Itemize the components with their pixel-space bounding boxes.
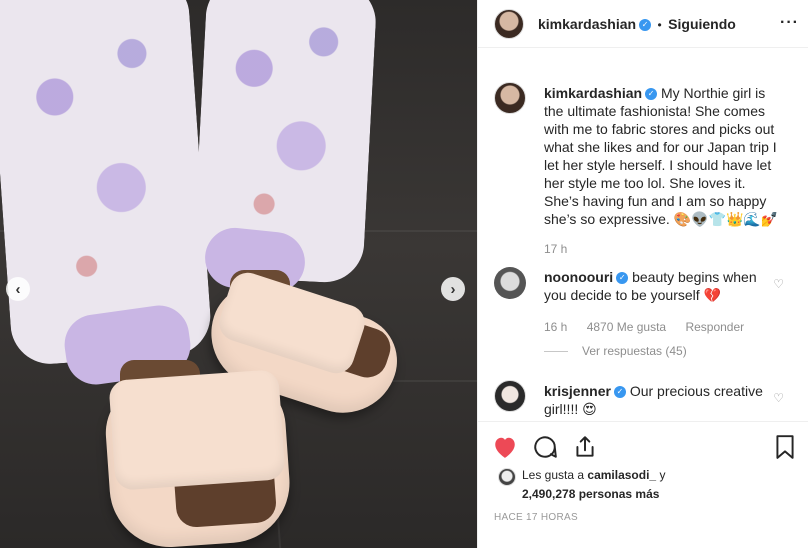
author-avatar[interactable] [494, 9, 524, 39]
author-line: kimkardashian ✓ • Siguiendo [538, 16, 736, 34]
caption-username[interactable]: kimkardashian [544, 85, 642, 101]
likes-count-text[interactable]: 2,490,278 personas más [522, 487, 659, 501]
caption-text: My Northie girl is the ultimate fashioni… [544, 85, 779, 227]
comments-list[interactable]: kimkardashian ✓ My Northie girl is the ul… [478, 49, 808, 421]
comment-time[interactable]: 16 h [544, 320, 567, 334]
liker-username[interactable]: camilasodi_ [587, 468, 656, 482]
floor-line [380, 380, 477, 382]
likes-count[interactable]: 2,490,278 personas más [522, 487, 659, 501]
view-replies-label: Ver respuestas (45) [582, 344, 687, 358]
author-username[interactable]: kimkardashian [538, 16, 636, 32]
comment-likes[interactable]: 4870 Me gusta [587, 320, 666, 334]
post-header: kimkardashian ✓ • Siguiendo ··· [478, 0, 808, 48]
like-comment-icon[interactable]: ♡ [773, 391, 784, 405]
comment: noonoouri ✓ beauty begins when you decide… [544, 268, 774, 304]
chevron-left-icon: ‹ [15, 280, 21, 298]
comment-avatar[interactable] [494, 380, 526, 412]
previous-photo-button[interactable]: ‹ [6, 277, 30, 301]
liker-avatar[interactable] [498, 468, 516, 486]
view-replies-button[interactable]: Ver respuestas (45) [544, 344, 687, 358]
more-options-icon[interactable]: ··· [780, 14, 799, 32]
verified-badge-icon: ✓ [639, 18, 652, 31]
verified-badge-icon: ✓ [616, 272, 629, 285]
verified-badge-icon: ✓ [613, 386, 626, 399]
next-photo-button[interactable]: › [441, 277, 465, 301]
bookmark-icon[interactable] [772, 434, 798, 460]
post-timestamp[interactable]: HACE 17 HORAS [494, 512, 578, 523]
likes-summary: Les gusta a camilasodi_ y [522, 468, 665, 482]
likes-and: y [659, 468, 666, 482]
heart-filled-icon[interactable] [492, 434, 518, 460]
sandal-strap-left [108, 369, 286, 491]
comment-meta: 16 h 4870 Me gusta Responder [544, 320, 744, 334]
comment-avatar[interactable] [494, 267, 526, 299]
replies-divider [544, 351, 568, 353]
caption-time[interactable]: 17 h [544, 242, 567, 256]
verified-badge-icon: ✓ [645, 88, 658, 101]
likes-prefix: Les gusta a [522, 468, 585, 482]
follow-status-button[interactable]: Siguiendo [668, 16, 736, 32]
post-photo[interactable]: ‹ › [0, 0, 477, 548]
comment-username[interactable]: krisjenner [544, 383, 611, 399]
post-sidebar: kimkardashian ✓ • Siguiendo ··· kimkardas… [477, 0, 808, 548]
comment: krisjenner ✓ Our precious creative girl!!… [544, 382, 769, 418]
comment-username[interactable]: noonoouri [544, 269, 613, 285]
reply-button[interactable]: Responder [685, 320, 744, 334]
post-actions: Les gusta a camilasodi_ y 2,490,278 pers… [478, 421, 808, 548]
caption-avatar[interactable] [494, 82, 526, 114]
chevron-right-icon: › [450, 280, 456, 298]
share-icon[interactable] [572, 434, 598, 460]
caption: kimkardashian ✓ My Northie girl is the ul… [544, 84, 784, 228]
comment-icon[interactable] [532, 434, 558, 460]
like-comment-icon[interactable]: ♡ [773, 277, 784, 291]
header-separator: • [657, 18, 662, 32]
